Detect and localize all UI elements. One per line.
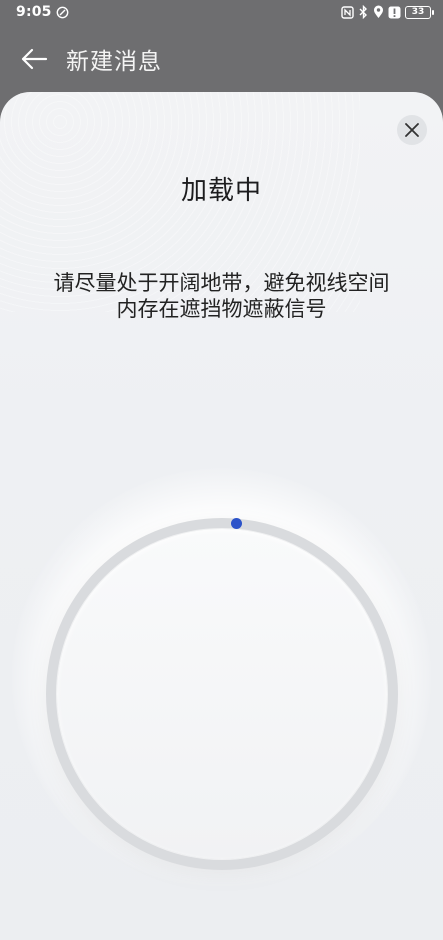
location-icon <box>373 5 384 19</box>
status-time: 9:05 <box>16 4 52 20</box>
hint-line-2: 内存在遮挡物遮蔽信号 <box>116 297 327 321</box>
hint-line-1: 请尽量处于开阔地带，避免视线空间 <box>53 271 390 295</box>
back-button[interactable] <box>18 43 50 75</box>
battery-icon: 33 <box>405 5 434 19</box>
sheet-title: 加载中 <box>180 176 262 206</box>
speed-icon <box>56 6 69 19</box>
nfc-icon <box>341 5 354 19</box>
close-button[interactable] <box>397 115 427 145</box>
status-left: 9:05 <box>16 4 69 20</box>
hint-text: 请尽量处于开阔地带，避免视线空间 内存在遮挡物遮蔽信号 <box>20 270 423 322</box>
close-icon <box>405 123 419 137</box>
page-title: 新建消息 <box>66 49 162 75</box>
battery-level: 33 <box>411 7 425 17</box>
bluetooth-icon <box>358 5 369 19</box>
radar-dial <box>57 529 387 859</box>
status-bar: 9:05 33 <box>0 0 443 24</box>
header: 新建消息 <box>0 24 443 94</box>
arrow-left-icon <box>21 48 48 70</box>
screen: 9:05 33 新建消息 加载中 请尽量处于开阔地带，避免视线空间 内存在遮挡物… <box>0 0 443 940</box>
alert-icon <box>388 6 401 19</box>
status-right: 33 <box>341 5 434 19</box>
radar-indicator-dot <box>231 518 242 529</box>
